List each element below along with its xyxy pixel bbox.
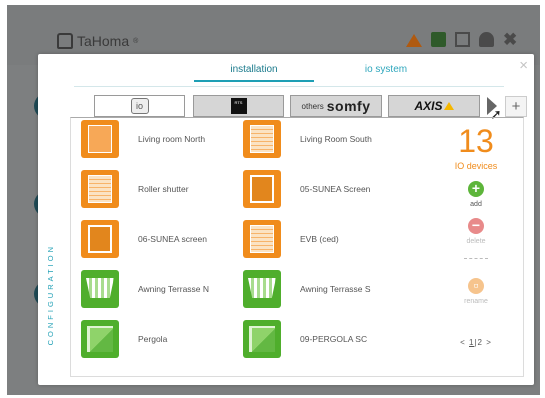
protocol-tab-somfy[interactable]: others somfy [290, 95, 382, 117]
device-item[interactable]: Awning Terrasse N [81, 270, 209, 308]
device-label: 09-PERGOLA SC [300, 334, 368, 344]
device-label: Awning Terrasse N [138, 284, 210, 294]
axis-triangle-icon [443, 102, 454, 110]
user-icon[interactable] [479, 32, 494, 47]
tab-bar: installation io system [74, 62, 504, 87]
device-label: Living Room South [300, 134, 372, 144]
device-label: Living room North [138, 134, 206, 144]
rename-icon: ▫ [468, 278, 484, 294]
mail-icon[interactable] [455, 32, 470, 47]
warning-icon[interactable] [406, 32, 422, 47]
venetian-blind-icon [243, 220, 281, 258]
rename-label: rename [464, 298, 488, 305]
tab-installation[interactable]: installation [194, 64, 314, 82]
shutter-icon [81, 170, 119, 208]
device-item[interactable]: Living Room South [243, 120, 372, 158]
device-item[interactable]: 06-SUNEA screen [81, 220, 207, 258]
somfy-logo: somfy [326, 98, 371, 114]
add-protocol-button[interactable]: + [505, 96, 527, 117]
awning-icon [243, 270, 281, 308]
awning-icon [81, 270, 119, 308]
device-label: EVB (ced) [300, 234, 339, 244]
app-logo: TaHoma ® [57, 33, 138, 49]
device-item[interactable]: Roller shutter [81, 170, 189, 208]
others-label: others [301, 101, 324, 111]
app-title: TaHoma [77, 33, 130, 49]
screen-icon [243, 170, 281, 208]
configuration-side-label: CONFIGURATION [46, 244, 55, 346]
plus-icon: + [468, 181, 484, 197]
shutter-icon [243, 120, 281, 158]
delete-button[interactable]: − delete [451, 218, 501, 246]
pagination: < 1|2 > [441, 338, 511, 347]
trademark: ® [133, 37, 139, 45]
prev-page[interactable]: < [460, 338, 466, 347]
add-label: add [470, 201, 482, 208]
minus-icon: − [468, 218, 484, 234]
rts-logo-icon: RTS [230, 98, 247, 114]
device-label: 05-SUNEA Screen [300, 184, 371, 194]
tools-icon[interactable]: ✖ [503, 31, 518, 48]
device-item[interactable]: Living room North [81, 120, 205, 158]
device-panel: Living room North Living Room South Roll… [70, 117, 524, 377]
rename-button[interactable]: ▫ rename [451, 278, 501, 306]
pergola-icon [243, 320, 281, 358]
device-item[interactable]: EVB (ced) [243, 220, 339, 258]
device-label: 06-SUNEA screen [138, 234, 207, 244]
protocol-tab-io[interactable]: io [94, 95, 185, 117]
pergola-icon [81, 320, 119, 358]
divider [464, 258, 488, 259]
device-item[interactable]: 05-SUNEA Screen [243, 170, 370, 208]
header-icons: ✖ [406, 31, 518, 48]
screen-icon [81, 220, 119, 258]
device-item[interactable]: 09-PERGOLA SC [243, 320, 367, 358]
window-icon [81, 120, 119, 158]
device-item[interactable]: Pergola [81, 320, 167, 358]
protocol-tab-rts[interactable]: RTS [193, 95, 284, 117]
axis-logo: AXIS [414, 99, 443, 113]
device-count-label: IO devices [454, 161, 498, 171]
device-label: Pergola [138, 334, 168, 344]
device-item[interactable]: Awning Terrasse S [243, 270, 371, 308]
close-icon[interactable]: × [519, 57, 528, 74]
page-2[interactable]: 2 [478, 338, 483, 347]
home-logo-icon [57, 33, 73, 49]
device-count: 13 [458, 123, 494, 159]
device-label: Awning Terrasse S [300, 284, 371, 294]
home-icon[interactable] [431, 32, 446, 47]
tab-io-system[interactable]: io system [326, 64, 446, 80]
delete-label: delete [466, 238, 486, 245]
protocol-tab-axis[interactable]: AXIS [388, 95, 480, 117]
device-label: Roller shutter [138, 184, 189, 194]
next-page[interactable]: > [486, 338, 492, 347]
io-logo-icon: io [130, 98, 149, 114]
configuration-modal: × installation io system io RTS others s… [38, 54, 534, 385]
add-button[interactable]: + add [451, 181, 501, 208]
